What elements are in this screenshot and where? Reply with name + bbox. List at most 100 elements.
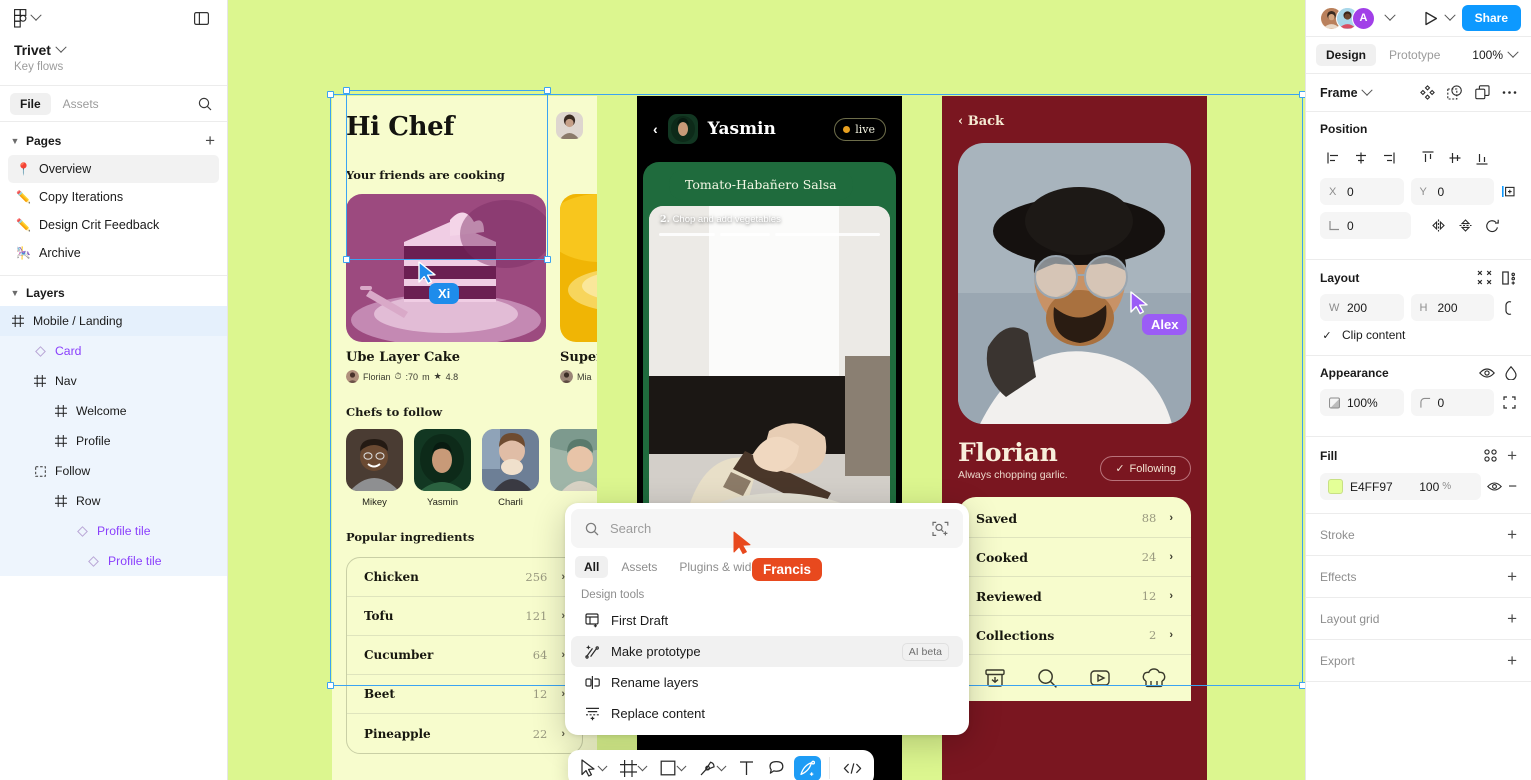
chef-hat-icon[interactable]	[1142, 668, 1166, 688]
page-item-copy-iterations[interactable]: ✏️ Copy Iterations	[8, 183, 219, 211]
layer-row-profile[interactable]: Profile	[0, 426, 227, 456]
reset-rotation-icon[interactable]	[1479, 213, 1506, 238]
rotation-field[interactable]: 0	[1320, 212, 1411, 239]
plus-icon[interactable]: +	[205, 132, 215, 149]
multi-copy-icon[interactable]	[1475, 85, 1490, 100]
export-section[interactable]: Export +	[1306, 640, 1531, 682]
check-icon[interactable]: ✓	[1320, 328, 1334, 342]
align-top-icon[interactable]	[1414, 145, 1441, 170]
clip-content-row[interactable]: ✓ Clip content	[1320, 328, 1517, 342]
chef-avatar[interactable]	[667, 114, 698, 144]
step-progress[interactable]	[659, 233, 880, 236]
add-constraint-icon[interactable]	[1501, 185, 1517, 198]
search-icon[interactable]	[1037, 668, 1058, 689]
y-field[interactable]: Y 0	[1410, 178, 1494, 205]
tab-design[interactable]: Design	[1316, 44, 1377, 66]
palette-item-make-prototype[interactable]: Make prototype AI beta	[571, 636, 963, 667]
stat-row[interactable]: Reviewed 12 ›	[958, 577, 1191, 616]
frame-tool[interactable]	[615, 756, 651, 780]
layout-grid-section[interactable]: Layout grid +	[1306, 598, 1531, 640]
eye-icon[interactable]	[1479, 367, 1495, 379]
corner-radius-field[interactable]: 0	[1410, 389, 1494, 416]
layer-row-follow[interactable]: Follow	[0, 456, 227, 486]
palette-tab-assets[interactable]: Assets	[612, 556, 666, 578]
plus-icon[interactable]: +	[1507, 652, 1517, 669]
pen-tool[interactable]	[694, 756, 730, 780]
chef-tile-mikey[interactable]: Mikey	[346, 429, 403, 508]
add-auto-layout-icon[interactable]	[1502, 270, 1517, 285]
chevron-down-icon[interactable]	[637, 760, 648, 771]
command-palette[interactable]: All Assets Plugins & widgets Design tool…	[565, 503, 969, 735]
panel-layout-icon[interactable]	[189, 6, 213, 30]
rectangle-tool[interactable]	[655, 756, 690, 780]
layer-row-mobile-landing[interactable]: Mobile / Landing	[0, 306, 227, 336]
individual-corners-icon[interactable]	[1501, 396, 1517, 409]
dev-mode-toggle[interactable]	[838, 757, 867, 780]
palette-tab-plugins-widgets[interactable]: Plugins & widgets	[670, 556, 783, 578]
avatar-initial[interactable]: A	[1352, 6, 1375, 30]
chevron-down-icon[interactable]	[1384, 9, 1396, 21]
component-icon[interactable]	[1420, 85, 1435, 100]
fill-color-control[interactable]: E4FF97 100 %	[1320, 473, 1482, 500]
chevron-down-icon[interactable]	[716, 760, 727, 771]
layer-row-nav[interactable]: Nav	[0, 366, 227, 396]
more-options-icon[interactable]	[1502, 90, 1517, 95]
flip-vertical-icon[interactable]	[1452, 213, 1479, 238]
resize-handle-tr[interactable]	[544, 87, 551, 94]
comment-tool[interactable]	[763, 756, 790, 780]
collapse-icon[interactable]	[1477, 270, 1492, 285]
palette-item-rename-layers[interactable]: Rename layers	[571, 667, 963, 698]
ingredient-row[interactable]: Pineapple 22 ›	[347, 714, 582, 753]
following-button[interactable]: ✓ Following	[1100, 456, 1191, 481]
stat-row[interactable]: Collections 2 ›	[958, 616, 1191, 655]
recipe-card-ube-layer-cake[interactable]: Ube Layer Cake Florian ⏱ :70 m ★ 4.8	[346, 194, 546, 383]
palette-search-row[interactable]	[571, 509, 963, 548]
ingredient-row[interactable]: Chicken 256 ›	[347, 558, 582, 597]
text-tool[interactable]	[734, 756, 759, 780]
palette-item-replace-content[interactable]: Replace content	[571, 698, 963, 729]
align-left-icon[interactable]	[1320, 145, 1347, 170]
align-horizontal-center-icon[interactable]	[1347, 145, 1374, 170]
move-cursor-tool[interactable]	[575, 755, 611, 780]
archive-icon[interactable]	[984, 668, 1006, 688]
search-input[interactable]	[610, 521, 921, 536]
plus-icon[interactable]: +	[1507, 568, 1517, 585]
play-icon[interactable]	[1424, 11, 1438, 26]
page-item-overview[interactable]: 📍 Overview	[8, 155, 219, 183]
stroke-section[interactable]: Stroke +	[1306, 514, 1531, 556]
palette-item-first-draft[interactable]: First Draft	[571, 605, 963, 636]
ingredient-row[interactable]: Tofu 121 ›	[347, 597, 582, 636]
height-field[interactable]: H 200	[1410, 294, 1494, 321]
x-field[interactable]: X 0	[1320, 178, 1404, 205]
scan-select-icon[interactable]	[932, 521, 949, 537]
chevron-down-icon[interactable]	[676, 760, 687, 771]
palette-tab-all[interactable]: All	[575, 556, 609, 578]
minus-icon[interactable]: −	[1508, 479, 1517, 494]
frame-mobile-profile[interactable]: ‹ Back Florian Always chopping garlic. ✓…	[942, 96, 1207, 780]
layer-row-profile-tile-2[interactable]: Profile tile	[0, 546, 227, 576]
blend-mode-icon[interactable]	[1505, 366, 1517, 380]
opacity-field[interactable]: 100%	[1320, 389, 1404, 416]
ingredient-row[interactable]: Beet 12 ›	[347, 675, 582, 714]
width-field[interactable]: W 200	[1320, 294, 1404, 321]
tab-assets[interactable]: Assets	[53, 93, 109, 115]
effects-section[interactable]: Effects +	[1306, 556, 1531, 598]
styles-icon[interactable]	[1484, 449, 1497, 462]
caret-down-icon[interactable]: ▼	[8, 134, 22, 148]
user-avatar[interactable]	[556, 112, 583, 139]
chevron-down-icon[interactable]	[1360, 84, 1373, 96]
chef-tile-yasmin[interactable]: Yasmin	[414, 429, 471, 508]
align-right-icon[interactable]	[1374, 145, 1401, 170]
collaborator-avatars[interactable]: A	[1320, 6, 1375, 30]
zoom-control[interactable]: 100%	[1472, 46, 1521, 62]
caret-down-icon[interactable]: ▼	[8, 286, 22, 300]
page-item-archive[interactable]: 🎠 Archive	[8, 239, 219, 267]
tab-prototype[interactable]: Prototype	[1379, 44, 1450, 66]
stat-row[interactable]: Cooked 24 ›	[958, 538, 1191, 577]
layer-row-welcome[interactable]: Welcome	[0, 396, 227, 426]
stat-row[interactable]: Saved 88 ›	[958, 499, 1191, 538]
recipe-card-super[interactable]: Super Mia	[560, 194, 597, 383]
eye-icon[interactable]	[1487, 481, 1503, 492]
chevron-down-icon[interactable]	[1443, 9, 1456, 21]
align-vertical-center-icon[interactable]	[1441, 145, 1468, 170]
